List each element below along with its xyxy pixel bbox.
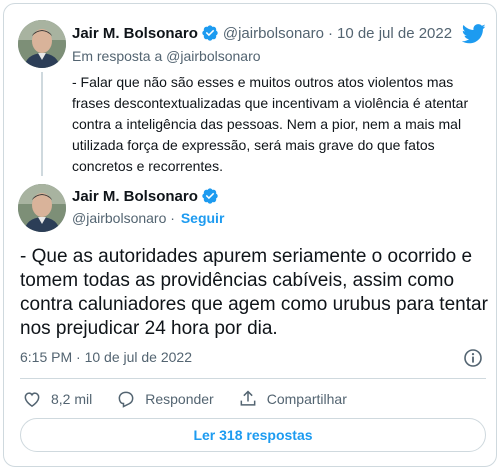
replying-to-line: Em resposta a @jairbolsonaro (72, 48, 261, 64)
separator-dot: · (170, 210, 175, 226)
twitter-bird-icon[interactable] (461, 24, 486, 49)
info-icon[interactable] (463, 348, 483, 373)
replying-prefix: Em resposta a (72, 48, 163, 64)
parent-tweet-text: - Falar que não são esses e muitos outro… (72, 74, 469, 174)
reply-button[interactable]: Responder (116, 389, 214, 409)
follow-button[interactable]: Seguir (181, 210, 225, 226)
share-icon (240, 390, 256, 406)
main-tweet-handle-line: @jairbolsonaro · Seguir (72, 210, 224, 226)
avatar[interactable] (18, 20, 66, 68)
author-handle[interactable]: @jairbolsonaro (72, 210, 166, 226)
author-name[interactable]: Jair M. Bolsonaro (72, 25, 198, 42)
like-button[interactable]: 8,2 mil (22, 389, 92, 409)
verified-badge-icon (201, 187, 219, 205)
main-tweet-timestamp[interactable]: 6:15 PM · 10 de jul de 2022 (20, 349, 192, 365)
thread-connector-line (41, 72, 43, 176)
read-replies-button[interactable]: Ler 318 respostas (20, 418, 486, 452)
tweet-actions: 8,2 mil Responder Compartilhar (22, 389, 371, 409)
like-count: 8,2 mil (51, 391, 93, 407)
heart-icon (24, 392, 40, 407)
share-label: Compartilhar (266, 391, 347, 407)
parent-tweet-header: Jair M. Bolsonaro @jairbolsonaro · 10 de… (72, 24, 452, 42)
divider (20, 378, 486, 379)
tweet-embed-card: Jair M. Bolsonaro @jairbolsonaro · 10 de… (3, 3, 497, 467)
tweet-date-link[interactable]: 10 de jul de 2022 (337, 25, 452, 42)
share-button[interactable]: Compartilhar (238, 389, 347, 409)
avatar[interactable] (18, 184, 66, 232)
author-handle[interactable]: @jairbolsonaro (223, 25, 324, 42)
main-tweet-author: Jair M. Bolsonaro (72, 187, 219, 205)
author-name[interactable]: Jair M. Bolsonaro (72, 188, 198, 205)
reply-label: Responder (145, 391, 214, 407)
reply-icon (118, 391, 134, 408)
replying-to-link[interactable]: @jairbolsonaro (166, 48, 260, 64)
verified-badge-icon (201, 24, 219, 42)
main-tweet-text: - Que as autoridades apurem seriamente o… (20, 246, 488, 339)
separator-dot: · (327, 24, 333, 42)
